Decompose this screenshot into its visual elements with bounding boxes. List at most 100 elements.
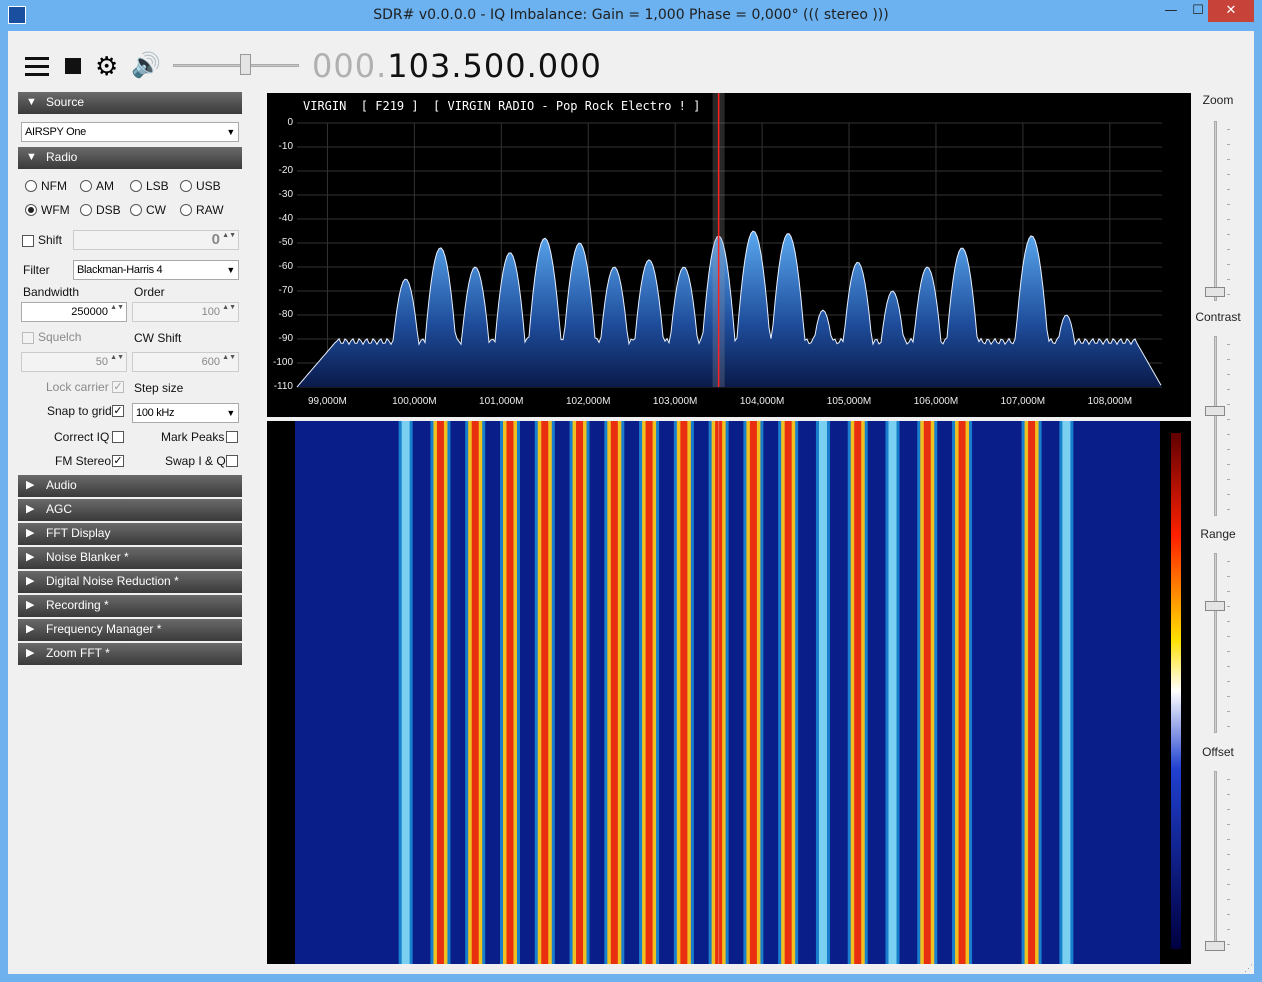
- slider-tick: [1227, 144, 1230, 145]
- waterfall-band-core: [610, 421, 618, 964]
- frequency-tick-label: 100,000M: [392, 396, 437, 407]
- section-noise-blanker[interactable]: ▶ Noise Blanker *: [18, 547, 242, 569]
- waterfall-band-core: [854, 421, 862, 964]
- section-frequency-manager[interactable]: ▶ Frequency Manager *: [18, 619, 242, 641]
- swap-iq-label: Swap I & Q: [165, 454, 226, 468]
- source-device-select[interactable]: AIRSPY One ▼: [21, 122, 239, 142]
- chevron-down-icon: ▼: [226, 265, 235, 275]
- contrast-slider[interactable]: [1214, 336, 1217, 516]
- spinner-icon[interactable]: ▲▼: [222, 304, 236, 312]
- waterfall-color-scale: [1171, 433, 1181, 949]
- section-radio[interactable]: ▼ Radio: [18, 147, 242, 169]
- speaker-icon[interactable]: 🔊: [131, 53, 161, 79]
- gear-icon[interactable]: ⚙: [95, 53, 118, 79]
- spinner-icon[interactable]: ▲▼: [110, 354, 124, 362]
- section-fft-display[interactable]: ▶ FFT Display: [18, 523, 242, 545]
- spinner-icon[interactable]: ▲▼: [222, 354, 236, 362]
- spectrum-plot[interactable]: [267, 93, 1191, 417]
- squelch-checkbox[interactable]: [22, 332, 34, 344]
- zoom-slider[interactable]: [1214, 121, 1217, 301]
- contrast-thumb[interactable]: [1205, 406, 1225, 416]
- section-audio[interactable]: ▶ Audio: [18, 475, 242, 497]
- filter-label: Filter: [23, 263, 50, 277]
- step-size-select[interactable]: 100 kHz ▼: [132, 403, 239, 423]
- close-button[interactable]: ✕: [1208, 0, 1254, 22]
- section-label: Audio: [46, 478, 77, 492]
- fm-stereo-checkbox[interactable]: ✓: [112, 455, 124, 467]
- slider-tick: [1227, 449, 1230, 450]
- slider-tick: [1227, 359, 1230, 360]
- mode-dsb-radio[interactable]: [80, 204, 92, 216]
- slider-tick: [1227, 651, 1230, 652]
- slider-tick: [1227, 219, 1230, 220]
- snap-to-grid-checkbox[interactable]: ✓: [112, 405, 124, 417]
- cwshift-input[interactable]: 600 ▲▼: [132, 352, 239, 372]
- offset-thumb[interactable]: [1205, 941, 1225, 951]
- check-icon: ✓: [113, 381, 123, 393]
- mode-nfm-radio[interactable]: [25, 180, 37, 192]
- section-digital-noise-reduction[interactable]: ▶ Digital Noise Reduction *: [18, 571, 242, 593]
- range-slider[interactable]: [1214, 553, 1217, 733]
- spectrum-display[interactable]: VIRGIN [ F219 ] [ VIRGIN RADIO - Pop Roc…: [267, 93, 1191, 417]
- section-agc[interactable]: ▶ AGC: [18, 499, 242, 521]
- slider-tick: [1227, 509, 1230, 510]
- mark-peaks-checkbox[interactable]: [226, 431, 238, 443]
- db-tick-label: -90: [278, 333, 293, 344]
- section-label: Source: [46, 95, 85, 109]
- db-tick-label: -10: [278, 141, 293, 152]
- slider-tick: [1227, 884, 1230, 885]
- range-thumb[interactable]: [1205, 601, 1225, 611]
- squelch-input[interactable]: 50 ▲▼: [21, 352, 127, 372]
- stop-icon[interactable]: [65, 58, 81, 74]
- frequency-display[interactable]: 000.103.500.000: [312, 47, 602, 85]
- frequency-prefix: 000.: [312, 47, 388, 85]
- fm-stereo-label: FM Stereo: [55, 454, 112, 468]
- volume-thumb[interactable]: [240, 54, 251, 75]
- volume-slider[interactable]: [173, 64, 299, 67]
- slider-tick: [1227, 929, 1230, 930]
- frequency-value[interactable]: 103.500.000: [387, 47, 602, 85]
- waterfall-band-core: [645, 421, 653, 964]
- frequency-tick-label: 104,000M: [739, 396, 785, 407]
- slider-tick: [1227, 681, 1230, 682]
- spinner-icon[interactable]: ▲▼: [110, 304, 124, 312]
- bandwidth-input[interactable]: 250000 ▲▼: [21, 302, 127, 322]
- frequency-tick-label: 106,000M: [913, 396, 959, 407]
- order-input[interactable]: 100 ▲▼: [132, 302, 239, 322]
- mode-label: AM: [96, 179, 114, 193]
- section-zoom-fft[interactable]: ▶ Zoom FFT *: [18, 643, 242, 665]
- mode-label: CW: [146, 203, 166, 217]
- lock-carrier-checkbox[interactable]: ✓: [112, 381, 124, 393]
- slider-tick: [1227, 914, 1230, 915]
- mode-wfm-radio[interactable]: [25, 204, 37, 216]
- section-label: Zoom FFT *: [46, 646, 110, 660]
- db-tick-label: -30: [278, 189, 293, 200]
- hamburger-icon[interactable]: [25, 57, 49, 77]
- swap-iq-checkbox[interactable]: [226, 455, 238, 467]
- slider-tick: [1227, 434, 1230, 435]
- order-label: Order: [134, 285, 165, 299]
- waterfall-display[interactable]: [267, 421, 1191, 964]
- section-recording[interactable]: ▶ Recording *: [18, 595, 242, 617]
- frequency-tick-label: 108,000M: [1087, 396, 1133, 407]
- shift-checkbox[interactable]: [22, 235, 34, 247]
- mode-raw-radio[interactable]: [180, 204, 192, 216]
- filter-select[interactable]: Blackman-Harris 4 ▼: [73, 260, 239, 280]
- section-source[interactable]: ▼ Source: [18, 92, 242, 114]
- mode-usb-radio[interactable]: [180, 180, 192, 192]
- mode-cw-radio[interactable]: [130, 204, 142, 216]
- shift-input[interactable]: 0 ▲▼: [73, 230, 239, 250]
- correct-iq-checkbox[interactable]: [112, 431, 124, 443]
- mark-peaks-label: Mark Peaks: [161, 430, 225, 444]
- spinner-icon[interactable]: ▲▼: [222, 232, 236, 240]
- offset-slider[interactable]: [1214, 771, 1217, 951]
- waterfall-band-core: [576, 421, 584, 964]
- section-label: Frequency Manager *: [46, 622, 162, 636]
- mode-lsb-radio[interactable]: [130, 180, 142, 192]
- waterfall-plot[interactable]: [267, 421, 1191, 964]
- resize-grip-icon[interactable]: ⋰: [1244, 963, 1253, 974]
- slider-tick: [1227, 129, 1230, 130]
- mode-am-radio[interactable]: [80, 180, 92, 192]
- correct-iq-label: Correct IQ: [54, 430, 110, 444]
- zoom-thumb[interactable]: [1205, 287, 1225, 297]
